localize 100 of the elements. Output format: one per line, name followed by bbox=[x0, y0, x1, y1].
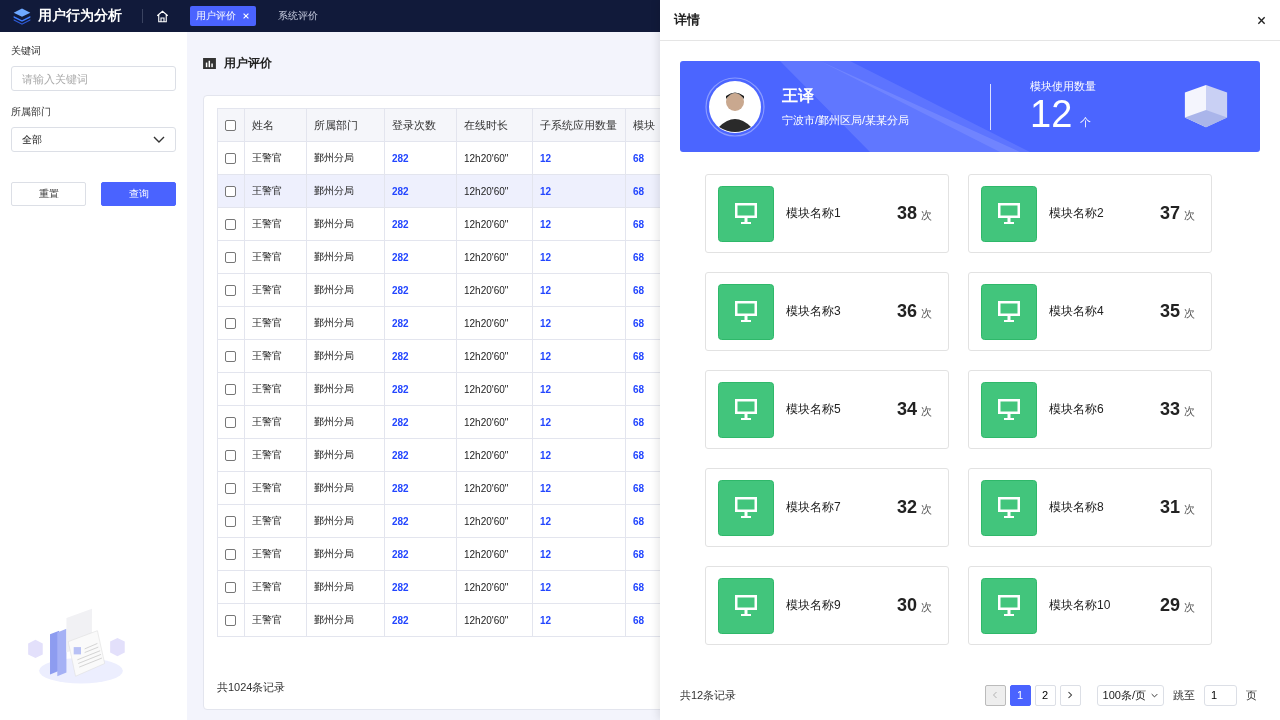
table-cell: 鄞州分局 bbox=[306, 372, 385, 406]
page-input[interactable]: 1 bbox=[1204, 684, 1237, 706]
table-cell: 12h20'60" bbox=[456, 339, 533, 373]
user-organization: 宁波市/鄞州区局/某某分局 bbox=[782, 112, 911, 128]
page-button[interactable]: 1 bbox=[1009, 684, 1031, 706]
table-cell: 12h20'60" bbox=[456, 273, 533, 307]
module-name: 模块名称4 bbox=[1049, 303, 1105, 320]
checkbox[interactable] bbox=[225, 152, 236, 164]
module-count: 33 bbox=[1159, 399, 1180, 420]
filter-button[interactable]: 重置 bbox=[11, 182, 86, 206]
page-button[interactable]: 2 bbox=[1034, 684, 1056, 706]
app-title: 用户行为分析 bbox=[38, 7, 122, 25]
checkbox[interactable] bbox=[225, 317, 236, 329]
checkbox[interactable] bbox=[225, 482, 236, 494]
module-count: 31 bbox=[1159, 497, 1180, 518]
stat-value: 12 bbox=[1030, 94, 1073, 134]
checkbox[interactable] bbox=[225, 449, 236, 461]
table-cell: 鄞州分局 bbox=[306, 537, 385, 571]
checkbox[interactable] bbox=[225, 185, 236, 197]
table-cell: 12 bbox=[532, 339, 626, 373]
filter-button[interactable]: 查询 bbox=[101, 182, 176, 206]
module-count: 37 bbox=[1159, 203, 1180, 224]
table-cell: 12h20'60" bbox=[456, 537, 533, 571]
avatar bbox=[705, 76, 765, 137]
column-header: 所属部门 bbox=[306, 108, 385, 142]
record-count: 共12条记录 bbox=[680, 687, 737, 703]
table-cell: 282 bbox=[384, 339, 457, 373]
table-cell: 12 bbox=[532, 240, 626, 274]
table-cell: 王警官 bbox=[244, 174, 307, 208]
table-cell: 282 bbox=[384, 372, 457, 406]
checkbox[interactable] bbox=[225, 119, 236, 131]
table-cell: 王警官 bbox=[244, 471, 307, 505]
stat-label: 模块使用数量 bbox=[1030, 79, 1096, 94]
checkbox[interactable] bbox=[225, 515, 236, 527]
table-cell: 12h20'60" bbox=[456, 438, 533, 472]
module-count: 30 bbox=[896, 595, 917, 616]
column-header: 姓名 bbox=[244, 108, 307, 142]
table-cell: 282 bbox=[384, 306, 457, 340]
table-cell: 12h20'60" bbox=[456, 570, 533, 604]
count-unit: 次 bbox=[921, 404, 932, 419]
table-cell: 王警官 bbox=[244, 141, 307, 175]
checkbox[interactable] bbox=[225, 251, 236, 263]
chevron-down-icon bbox=[1151, 692, 1158, 698]
jump-label: 跳至 bbox=[1173, 687, 1195, 703]
keyword-input[interactable]: 请输入关键词 bbox=[11, 66, 176, 91]
table-cell: 王警官 bbox=[244, 240, 307, 274]
table-cell: 12 bbox=[532, 570, 626, 604]
table-cell: 282 bbox=[384, 438, 457, 472]
page-size-select[interactable]: 100条/页 bbox=[1096, 684, 1164, 706]
module-name: 模块名称3 bbox=[786, 303, 842, 320]
module-name: 模块名称1 bbox=[786, 205, 842, 222]
chevron-down-icon bbox=[153, 135, 165, 144]
module-count: 35 bbox=[1159, 301, 1180, 322]
stat-unit: 个 bbox=[1080, 115, 1092, 130]
monitor-icon bbox=[981, 283, 1037, 340]
table-cell: 鄞州分局 bbox=[306, 339, 385, 373]
table-cell: 鄞州分局 bbox=[306, 603, 385, 637]
table-cell: 12 bbox=[532, 174, 626, 208]
table-cell: 12 bbox=[532, 207, 626, 241]
checkbox[interactable] bbox=[225, 383, 236, 395]
checkbox[interactable] bbox=[225, 548, 236, 560]
monitor-icon bbox=[718, 381, 774, 438]
close-icon[interactable] bbox=[1257, 15, 1266, 25]
table-cell: 12h20'60" bbox=[456, 372, 533, 406]
table-cell: 12h20'60" bbox=[456, 471, 533, 505]
checkbox[interactable] bbox=[225, 416, 236, 428]
table-cell: 12 bbox=[532, 603, 626, 637]
monitor-icon bbox=[981, 185, 1037, 242]
count-unit: 次 bbox=[1184, 600, 1195, 615]
next-page-button[interactable] bbox=[1059, 684, 1081, 706]
checkbox[interactable] bbox=[225, 218, 236, 230]
table-cell: 王警官 bbox=[244, 273, 307, 307]
table-cell: 王警官 bbox=[244, 570, 307, 604]
module-count: 36 bbox=[896, 301, 917, 322]
department-select[interactable]: 全部 bbox=[11, 127, 176, 152]
count-unit: 次 bbox=[1184, 404, 1195, 419]
column-header: 在线时长 bbox=[456, 108, 533, 142]
column-header: 登录次数 bbox=[384, 108, 457, 142]
home-icon[interactable] bbox=[155, 8, 170, 24]
checkbox[interactable] bbox=[225, 614, 236, 626]
layers-icon bbox=[12, 6, 32, 26]
monitor-icon bbox=[718, 577, 774, 634]
table-cell: 鄞州分局 bbox=[306, 240, 385, 274]
table-cell: 王警官 bbox=[244, 306, 307, 340]
table-cell: 12 bbox=[532, 306, 626, 340]
checkbox[interactable] bbox=[225, 581, 236, 593]
checkbox[interactable] bbox=[225, 284, 236, 296]
tab[interactable]: 系统评价 bbox=[272, 6, 324, 26]
table-cell: 282 bbox=[384, 570, 457, 604]
module-name: 模块名称6 bbox=[1049, 401, 1105, 418]
table-cell: 王警官 bbox=[244, 438, 307, 472]
tab[interactable]: 用户评价 bbox=[190, 6, 256, 26]
table-cell: 鄞州分局 bbox=[306, 504, 385, 538]
module-name: 模块名称7 bbox=[786, 499, 842, 516]
table-cell: 12 bbox=[532, 504, 626, 538]
chevron-left-icon bbox=[992, 691, 999, 699]
checkbox[interactable] bbox=[225, 350, 236, 362]
drawer-title: 详情 bbox=[674, 11, 700, 29]
table-cell: 12h20'60" bbox=[456, 141, 533, 175]
field-label: 关键词 bbox=[11, 44, 42, 58]
